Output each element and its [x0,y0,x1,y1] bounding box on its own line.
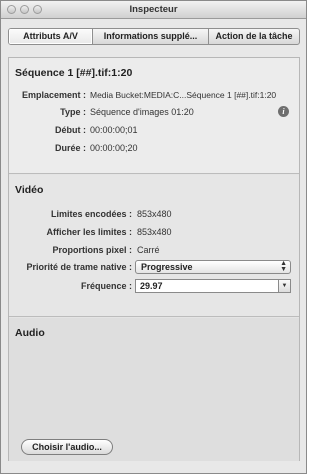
duration-value: 00:00:00;20 [90,143,138,153]
inspector-panel: Séquence 1 [##].tif:1:20 Emplacement : M… [8,57,300,461]
field-order-selected: Progressive [141,262,193,272]
encoded-bounds-label: Limites encodées : [50,209,132,219]
frame-rate-label: Fréquence : [80,281,132,291]
location-value: Media Bucket:MEDIA:C...Séquence 1 [##].t… [90,90,277,100]
start-value: 00:00:00;01 [90,125,138,135]
window-title: Inspecteur [129,4,178,15]
duration-label: Durée : [54,143,86,153]
chevron-down-icon[interactable]: ▼ [278,280,290,292]
sequence-section: Séquence 1 [##].tif:1:20 Emplacement : M… [9,58,299,174]
pixel-aspect-label: Proportions pixel : [52,245,132,255]
encoded-bounds-value: 853x480 [137,209,172,219]
tab-job-action[interactable]: Action de la tâche [209,29,299,44]
location-label: Emplacement : [21,90,86,100]
inspector-window: Inspecteur Attributs A/V Informations su… [0,0,307,474]
choose-audio-button[interactable]: Choisir l'audio... [21,439,113,455]
updown-arrows-icon: ▲ ▼ [280,260,287,273]
tab-bar: Attributs A/V Informations supplé... Act… [8,28,300,45]
field-order-select[interactable]: Progressive ▲ ▼ [135,260,291,274]
audio-section: Audio Choisir l'audio... [9,318,299,461]
tab-av-attributes[interactable]: Attributs A/V [9,29,93,44]
type-label: Type : [60,107,86,117]
pixel-aspect-value: Carré [137,245,160,255]
info-icon[interactable]: i [278,106,289,117]
display-bounds-label: Afficher les limites : [46,227,132,237]
tab-additional-info[interactable]: Informations supplé... [93,29,209,44]
display-bounds-value: 853x480 [137,227,172,237]
sequence-title: Séquence 1 [##].tif:1:20 [15,67,133,79]
type-value: Séquence d'images 01:20 [90,107,194,117]
title-bar: Inspecteur [1,1,306,19]
start-label: Début : [55,125,86,135]
video-section: Vidéo Limites encodées : 853x480 Affiche… [9,175,299,317]
frame-rate-combo[interactable]: 29.97 ▼ [135,279,291,293]
video-section-title: Vidéo [15,184,44,196]
audio-section-title: Audio [15,327,45,339]
frame-rate-value[interactable]: 29.97 [140,281,163,291]
field-order-label: Priorité de trame native : [26,262,132,272]
